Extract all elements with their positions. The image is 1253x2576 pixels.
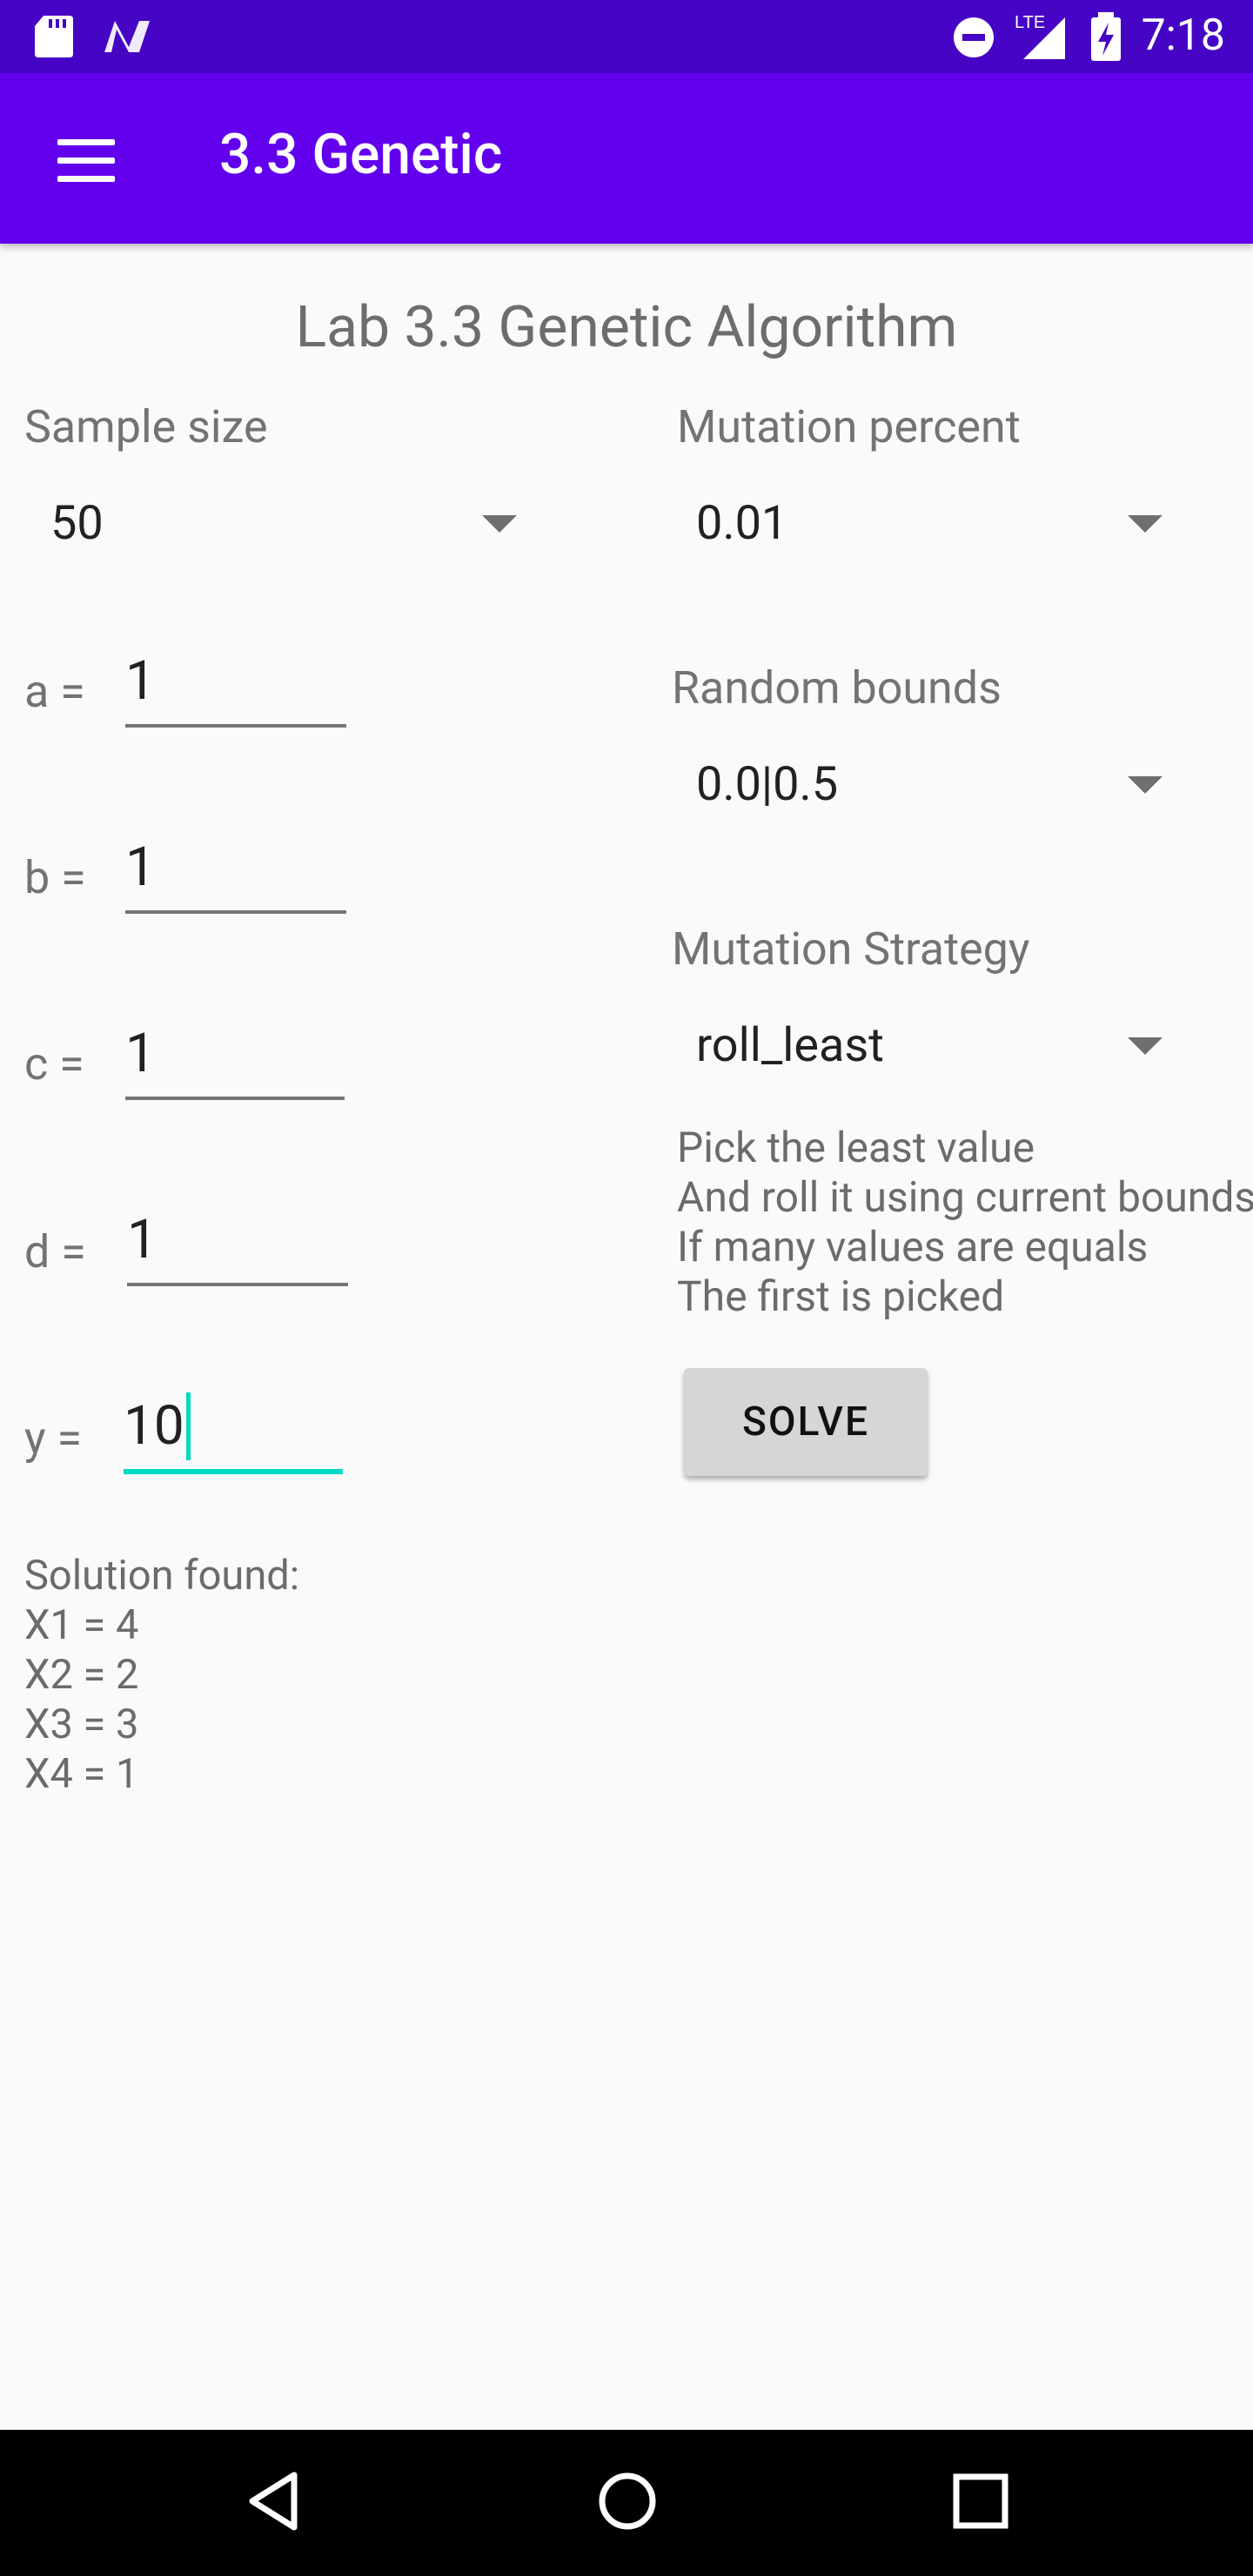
- coefficient-y-input[interactable]: 10: [124, 1389, 343, 1476]
- app-bar-title: 3.3 Genetic: [219, 122, 503, 187]
- solve-button[interactable]: SOLVE: [684, 1368, 928, 1476]
- coefficient-y-label: y =: [24, 1412, 83, 1465]
- notification-app-icon: [104, 21, 150, 52]
- lte-signal-icon: LTE: [1015, 13, 1065, 59]
- mutation-percent-spinner[interactable]: 0.01: [677, 487, 1182, 560]
- coefficient-b-input[interactable]: 1: [125, 830, 346, 914]
- solution-line: X2 = 2: [24, 1651, 139, 1699]
- sample-size-value: 50: [50, 496, 104, 551]
- input-underline: [125, 1097, 345, 1100]
- coefficient-d-value: 1: [127, 1208, 157, 1271]
- random-bounds-value: 0.0|0.5: [696, 757, 839, 812]
- svg-text:LTE: LTE: [1015, 13, 1045, 32]
- solution-line: X3 = 3: [24, 1701, 139, 1748]
- app-bar: [0, 73, 1253, 244]
- solution-header: Solution found:: [24, 1552, 300, 1600]
- status-bar: LTE 7:18: [0, 0, 1253, 73]
- mutation-strategy-spinner[interactable]: roll_least: [677, 1010, 1182, 1083]
- dropdown-arrow-icon: [1128, 776, 1163, 794]
- mutation-strategy-label: Mutation Strategy: [672, 922, 1030, 976]
- dropdown-arrow-icon: [482, 515, 517, 533]
- back-icon[interactable]: [244, 2470, 305, 2532]
- hamburger-menu-icon[interactable]: [47, 125, 125, 195]
- page-heading: Lab 3.3 Genetic Algorithm: [295, 294, 958, 361]
- coefficient-a-input[interactable]: 1: [125, 644, 346, 728]
- sample-size-spinner[interactable]: 50: [24, 487, 529, 560]
- coefficient-a-label: a =: [24, 665, 85, 718]
- coefficient-c-label: c =: [24, 1037, 84, 1090]
- coefficient-c-value: 1: [125, 1022, 156, 1085]
- description-line: The first is picked: [677, 1271, 1005, 1321]
- recents-icon[interactable]: [950, 2470, 1011, 2532]
- random-bounds-label: Random bounds: [672, 661, 1002, 714]
- mutation-percent-label: Mutation percent: [677, 400, 1021, 453]
- coefficient-b-value: 1: [125, 835, 156, 899]
- navigation-bar: [0, 2430, 1253, 2576]
- random-bounds-spinner[interactable]: 0.0|0.5: [677, 748, 1182, 822]
- coefficient-d-label: d =: [24, 1225, 86, 1278]
- input-underline: [125, 910, 346, 914]
- home-icon[interactable]: [597, 2470, 658, 2532]
- mutation-strategy-value: roll_least: [696, 1018, 884, 1073]
- coefficient-y-value: 10: [124, 1394, 184, 1458]
- status-time: 7:18: [1141, 10, 1225, 61]
- sample-size-label: Sample size: [24, 400, 268, 453]
- sd-card-icon: [35, 16, 73, 57]
- description-line: Pick the least value: [677, 1123, 1035, 1172]
- solution-line: X1 = 4: [24, 1601, 139, 1649]
- coefficient-c-input[interactable]: 1: [125, 1016, 345, 1100]
- description-line: If many values are equals: [677, 1222, 1149, 1271]
- description-line: And roll it using current bounds: [677, 1172, 1253, 1222]
- coefficient-a-value: 1: [125, 649, 156, 713]
- mutation-percent-value: 0.01: [696, 496, 788, 551]
- input-underline: [125, 724, 346, 728]
- mutation-strategy-description: Pick the least value And roll it using c…: [677, 1123, 1253, 1321]
- text-cursor: [186, 1392, 191, 1460]
- do-not-disturb-icon: [954, 17, 994, 57]
- input-underline-focused: [124, 1469, 343, 1474]
- coefficient-d-input[interactable]: 1: [127, 1203, 348, 1286]
- coefficient-b-label: b =: [24, 851, 86, 904]
- dropdown-arrow-icon: [1128, 1037, 1163, 1055]
- dropdown-arrow-icon: [1128, 515, 1163, 533]
- solution-line: X4 = 1: [24, 1750, 139, 1798]
- input-underline: [127, 1283, 348, 1286]
- battery-charging-icon: [1091, 12, 1121, 61]
- solution-output: Solution found: X1 = 4 X2 = 2 X3 = 3 X4 …: [24, 1551, 299, 1799]
